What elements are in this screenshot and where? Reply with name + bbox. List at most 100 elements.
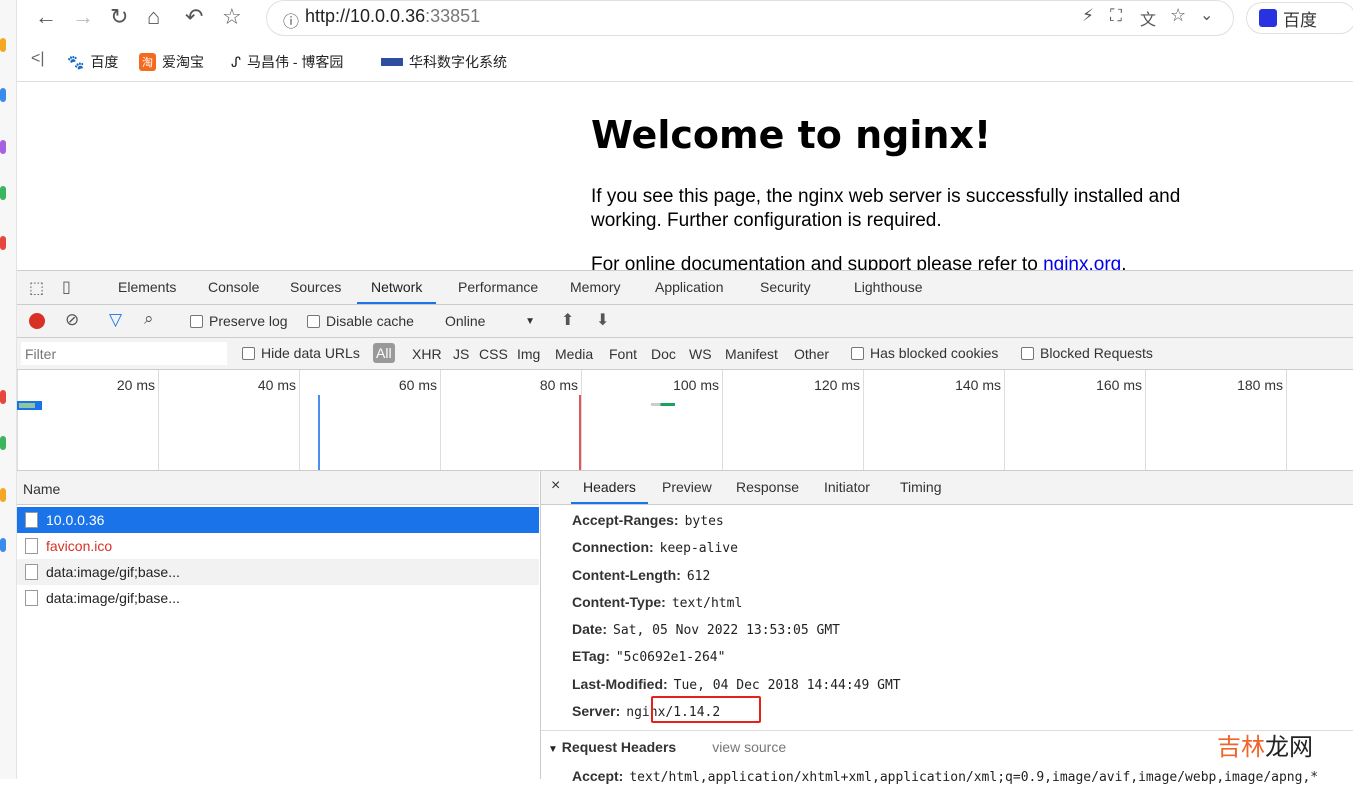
bookmark-huake[interactable]: 华科数字化系统 [381, 52, 507, 72]
view-source-link[interactable]: view source [712, 739, 786, 755]
checkbox[interactable] [242, 346, 255, 360]
timeline-tick: 40 ms [158, 370, 299, 470]
timeline-tick: 160 ms [1004, 370, 1145, 470]
device-toolbar-icon[interactable]: ▯ [62, 277, 71, 297]
tab-headers[interactable]: Headers [571, 479, 648, 504]
header-row: Date: Sat, 05 Nov 2022 13:53:05 GMT [572, 621, 840, 638]
tab-memory[interactable]: Memory [570, 279, 621, 295]
request-name: 10.0.0.36 [46, 512, 105, 528]
tab-preview[interactable]: Preview [662, 479, 712, 495]
baidu-label: 百度 [1283, 10, 1317, 30]
bookmarks-bar: <| 🐾 百度 淘爱淘宝 ᔑ 马昌伟 - 博客园 华科数字化系统 [17, 42, 1353, 82]
forward-icon[interactable]: → [72, 4, 94, 30]
tab-performance[interactable]: Performance [458, 279, 538, 295]
filter-input[interactable] [21, 342, 227, 365]
filter-type-doc[interactable]: Doc [651, 346, 676, 362]
close-icon[interactable]: × [551, 477, 560, 495]
filter-type-other[interactable]: Other [794, 346, 829, 362]
tab-application[interactable]: Application [655, 279, 724, 295]
page-paragraph-2: For online documentation and support ple… [591, 253, 1241, 270]
request-row[interactable]: favicon.ico [17, 533, 539, 559]
url-port: :33851 [425, 6, 481, 26]
has-blocked-cookies-checkbox[interactable]: Has blocked cookies [851, 345, 998, 361]
bookmark-label: 华科数字化系统 [409, 54, 507, 70]
star-icon[interactable]: ☆ [222, 4, 242, 30]
info-icon[interactable]: ⓘ [283, 8, 299, 32]
preserve-log-checkbox[interactable]: Preserve log [190, 313, 288, 329]
timeline-tick: 140 ms [863, 370, 1004, 470]
bookmark-blog[interactable]: ᔑ 马昌伟 - 博客园 [231, 52, 343, 72]
filter-type-media[interactable]: Media [555, 346, 593, 362]
tab-initiator[interactable]: Initiator [824, 479, 870, 495]
lightning-icon[interactable]: ⚡ [1082, 6, 1094, 26]
filter-type-js[interactable]: JS [453, 346, 469, 362]
request-row[interactable]: data:image/gif;base... [17, 559, 539, 585]
timeline-tick: 100 ms [581, 370, 722, 470]
filter-type-xhr[interactable]: XHR [412, 346, 442, 362]
hide-data-urls-checkbox[interactable]: Hide data URLs [242, 345, 360, 361]
filter-icon[interactable]: ▽ [109, 310, 122, 330]
back-icon[interactable]: ← [35, 4, 57, 30]
request-bar [651, 403, 675, 406]
tab-sources[interactable]: Sources [290, 279, 341, 295]
filter-type-img[interactable]: Img [517, 346, 540, 362]
bookmark-aitaobao[interactable]: 淘爱淘宝 [139, 52, 204, 72]
record-icon[interactable] [29, 313, 45, 329]
tab-lighthouse[interactable]: Lighthouse [854, 279, 923, 295]
nginx-org-link[interactable]: nginx.org [1043, 254, 1121, 270]
timeline-tick [1286, 370, 1353, 470]
request-list: Name 10.0.0.36 favicon.ico data:image/gi… [17, 471, 541, 779]
collapse-icon[interactable]: <| [31, 50, 45, 68]
filter-type-css[interactable]: CSS [479, 346, 508, 362]
throttling-select[interactable]: Online ▼ [445, 313, 535, 329]
filter-type-all[interactable]: All [373, 343, 395, 363]
tab-console[interactable]: Console [208, 279, 259, 295]
name-column-header[interactable]: Name [17, 471, 539, 505]
inspect-icon[interactable]: ⬚ [29, 278, 44, 298]
domcontentloaded-line [318, 395, 320, 470]
para-text: . [1121, 254, 1127, 270]
checkbox[interactable] [190, 314, 203, 328]
tab-security[interactable]: Security [760, 279, 811, 295]
tab-elements[interactable]: Elements [118, 279, 176, 295]
url-text[interactable]: http://10.0.0.36:33851 [305, 6, 480, 27]
screenshot-icon[interactable]: ⛶ [1110, 6, 1122, 26]
clear-icon[interactable]: ⊘ [65, 310, 79, 330]
bookmark-baidu[interactable]: 🐾 百度 [67, 52, 118, 72]
checkbox[interactable] [307, 314, 320, 328]
image-icon [25, 590, 38, 606]
search-icon[interactable]: ⌕ [144, 309, 154, 329]
filter-bar: Hide data URLs All XHR JS CSS Img Media … [17, 338, 1353, 370]
reload-icon[interactable]: ↻ [110, 4, 128, 30]
checkbox[interactable] [851, 346, 864, 360]
devtools-tab-bar: ⬚ ▯ Elements Console Sources Network Per… [17, 270, 1353, 305]
export-har-icon[interactable]: ⬇ [596, 310, 609, 330]
tab-timing[interactable]: Timing [900, 479, 942, 495]
throttle-value: Online [445, 313, 486, 329]
request-name: favicon.ico [46, 538, 113, 554]
chevron-down-icon[interactable]: ⌄ [1200, 5, 1213, 25]
watermark: 吉林龙网 [1217, 734, 1313, 761]
baidu-search-button[interactable]: 百度 [1246, 2, 1353, 34]
import-har-icon[interactable]: ⬆ [561, 310, 574, 330]
bookmark-star-icon[interactable]: ☆ [1170, 5, 1186, 26]
network-overview-timeline[interactable]: 20 ms 40 ms 60 ms 80 ms 100 ms 120 ms 14… [17, 370, 1353, 471]
undo-icon[interactable]: ↶ [185, 4, 203, 30]
request-row[interactable]: data:image/gif;base... [17, 585, 539, 611]
header-row: Accept: text/html,application/xhtml+xml,a… [572, 768, 1319, 785]
disable-cache-checkbox[interactable]: Disable cache [307, 313, 414, 329]
filter-type-manifest[interactable]: Manifest [725, 346, 778, 362]
checkbox[interactable] [1021, 346, 1034, 360]
blocked-requests-checkbox[interactable]: Blocked Requests [1021, 345, 1153, 361]
request-headers-section[interactable]: ▼ Request Headers view source [548, 739, 786, 755]
request-row[interactable]: 10.0.0.36 [17, 507, 539, 533]
timeline-tick: 120 ms [722, 370, 863, 470]
tab-network[interactable]: Network [357, 279, 437, 304]
tab-response[interactable]: Response [736, 479, 799, 495]
home-icon[interactable]: ⌂ [147, 4, 160, 30]
blog-icon: ᔑ [231, 53, 241, 70]
translate-icon[interactable]: 文 [1140, 6, 1156, 30]
filter-type-font[interactable]: Font [609, 346, 637, 362]
filter-type-ws[interactable]: WS [689, 346, 712, 362]
disable-cache-label: Disable cache [326, 313, 414, 329]
